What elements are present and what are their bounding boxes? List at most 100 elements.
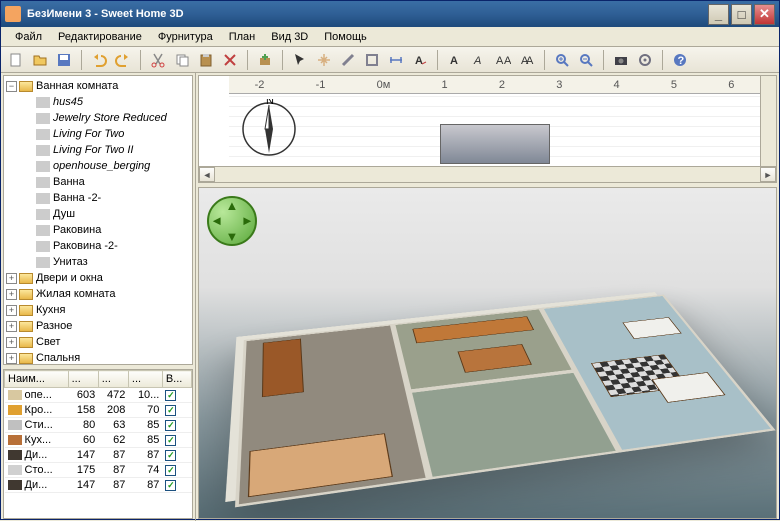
expand-icon[interactable]: + bbox=[6, 273, 17, 284]
menu-plan[interactable]: План bbox=[221, 29, 264, 45]
tree-item[interactable]: Living For Two bbox=[36, 126, 190, 142]
expand-icon[interactable]: + bbox=[6, 321, 17, 332]
table-header[interactable]: В... bbox=[162, 371, 191, 388]
text-size-dn-icon[interactable]: AA bbox=[516, 49, 538, 71]
table-header[interactable]: Наим... bbox=[5, 371, 69, 388]
visible-checkbox[interactable]: ✓ bbox=[165, 420, 176, 431]
table-row[interactable]: Кух...606285✓ bbox=[5, 433, 192, 448]
item-icon bbox=[36, 145, 50, 156]
minimize-button[interactable]: _ bbox=[708, 4, 729, 25]
undo-icon[interactable] bbox=[88, 49, 110, 71]
3d-view[interactable]: ▲ ◄ ► ▼ bbox=[198, 187, 777, 519]
nav-left-icon[interactable]: ◄ bbox=[210, 213, 223, 228]
expand-icon[interactable]: + bbox=[6, 289, 17, 300]
help-icon[interactable]: ? bbox=[669, 49, 691, 71]
tree-item[interactable]: Living For Two II bbox=[36, 142, 190, 158]
redo-icon[interactable] bbox=[112, 49, 134, 71]
add-furniture-icon[interactable] bbox=[254, 49, 276, 71]
select-icon[interactable] bbox=[289, 49, 311, 71]
tree-folder[interactable]: +Жилая комната bbox=[6, 286, 190, 302]
table-header[interactable]: ... bbox=[128, 371, 162, 388]
copy-icon[interactable] bbox=[171, 49, 193, 71]
table-row[interactable]: опе...60347210...✓ bbox=[5, 388, 192, 403]
tree-folder[interactable]: +Свет bbox=[6, 334, 190, 350]
tree-item[interactable]: openhouse_berging bbox=[36, 158, 190, 174]
tree-item[interactable]: Раковина -2- bbox=[36, 238, 190, 254]
close-button[interactable]: ✕ bbox=[754, 4, 775, 25]
table-row[interactable]: Кро...15820870✓ bbox=[5, 403, 192, 418]
tree-folder[interactable]: +Двери и окна bbox=[6, 270, 190, 286]
table-row[interactable]: Ди...1478787✓ bbox=[5, 478, 192, 493]
menu-help[interactable]: Помощь bbox=[316, 29, 375, 45]
new-icon[interactable] bbox=[5, 49, 27, 71]
tree-folder[interactable]: +Кухня bbox=[6, 302, 190, 318]
folder-icon bbox=[19, 321, 33, 332]
paste-icon[interactable] bbox=[195, 49, 217, 71]
visible-checkbox[interactable]: ✓ bbox=[165, 435, 176, 446]
table-row[interactable]: Ди...1478787✓ bbox=[5, 448, 192, 463]
tree-item[interactable]: Душ bbox=[36, 206, 190, 222]
3d-furniture bbox=[262, 339, 304, 398]
dimension-icon[interactable] bbox=[385, 49, 407, 71]
table-header[interactable]: ... bbox=[68, 371, 98, 388]
nav-down-icon[interactable]: ▼ bbox=[226, 229, 239, 244]
nav-up-icon[interactable]: ▲ bbox=[226, 198, 239, 213]
tree-folder[interactable]: +Разное bbox=[6, 318, 190, 334]
expand-icon[interactable]: + bbox=[6, 337, 17, 348]
text-italic-icon[interactable]: A bbox=[468, 49, 490, 71]
visible-checkbox[interactable]: ✓ bbox=[165, 450, 176, 461]
scroll-right-icon[interactable]: ► bbox=[760, 167, 776, 182]
svg-text:?: ? bbox=[678, 55, 685, 67]
pan-icon[interactable] bbox=[313, 49, 335, 71]
item-icon bbox=[36, 97, 50, 108]
maximize-button[interactable]: □ bbox=[731, 4, 752, 25]
furniture-tree[interactable]: −Ванная комната hus45Jewelry Store Reduc… bbox=[3, 75, 193, 365]
toolbar: A A A AA AA ? bbox=[1, 47, 779, 73]
scrollbar-horizontal[interactable]: ◄► bbox=[199, 166, 776, 182]
text-bold-icon[interactable]: A bbox=[444, 49, 466, 71]
furniture-table[interactable]: Наим............В... опе...60347210...✓ … bbox=[3, 369, 193, 519]
expand-icon[interactable]: + bbox=[6, 305, 17, 316]
expand-icon[interactable]: + bbox=[6, 353, 17, 364]
camera-icon[interactable] bbox=[610, 49, 632, 71]
zoom-out-icon[interactable] bbox=[575, 49, 597, 71]
tree-folder[interactable]: +Спальня bbox=[6, 350, 190, 365]
tree-item[interactable]: Jewelry Store Reduced bbox=[36, 110, 190, 126]
collapse-icon[interactable]: − bbox=[6, 81, 17, 92]
table-row[interactable]: Сти...806385✓ bbox=[5, 418, 192, 433]
menu-file[interactable]: Файл bbox=[7, 29, 50, 45]
wall-icon[interactable] bbox=[337, 49, 359, 71]
text-size-up-icon[interactable]: AA bbox=[492, 49, 514, 71]
3d-nav-disc[interactable]: ▲ ◄ ► ▼ bbox=[207, 196, 257, 246]
room-icon[interactable] bbox=[361, 49, 383, 71]
folder-icon bbox=[19, 353, 33, 364]
delete-icon[interactable] bbox=[219, 49, 241, 71]
tree-item[interactable]: Ванна -2- bbox=[36, 190, 190, 206]
row-icon bbox=[8, 450, 22, 460]
preferences-icon[interactable] bbox=[634, 49, 656, 71]
scrollbar-vertical[interactable] bbox=[760, 76, 776, 166]
table-row[interactable]: Сто...1758774✓ bbox=[5, 463, 192, 478]
visible-checkbox[interactable]: ✓ bbox=[165, 390, 176, 401]
text-annotate-icon[interactable]: A bbox=[409, 49, 431, 71]
scroll-left-icon[interactable]: ◄ bbox=[199, 167, 215, 182]
cut-icon[interactable] bbox=[147, 49, 169, 71]
nav-right-icon[interactable]: ► bbox=[241, 213, 254, 228]
open-icon[interactable] bbox=[29, 49, 51, 71]
visible-checkbox[interactable]: ✓ bbox=[165, 480, 176, 491]
tree-item[interactable]: Раковина bbox=[36, 222, 190, 238]
tree-item[interactable]: hus45 bbox=[36, 94, 190, 110]
zoom-in-icon[interactable] bbox=[551, 49, 573, 71]
tree-item[interactable]: Унитаз bbox=[36, 254, 190, 270]
plan-view[interactable]: -2-10м123456 N ◄► bbox=[198, 75, 777, 183]
table-header[interactable]: ... bbox=[98, 371, 128, 388]
visible-checkbox[interactable]: ✓ bbox=[165, 405, 176, 416]
save-icon[interactable] bbox=[53, 49, 75, 71]
menu-3dview[interactable]: Вид 3D bbox=[263, 29, 316, 45]
menu-furniture[interactable]: Фурнитура bbox=[150, 29, 221, 45]
tree-root[interactable]: −Ванная комната bbox=[6, 78, 190, 94]
menu-edit[interactable]: Редактирование bbox=[50, 29, 150, 45]
tree-item[interactable]: Ванна bbox=[36, 174, 190, 190]
plan-canvas[interactable]: N bbox=[229, 94, 760, 166]
visible-checkbox[interactable]: ✓ bbox=[165, 465, 176, 476]
